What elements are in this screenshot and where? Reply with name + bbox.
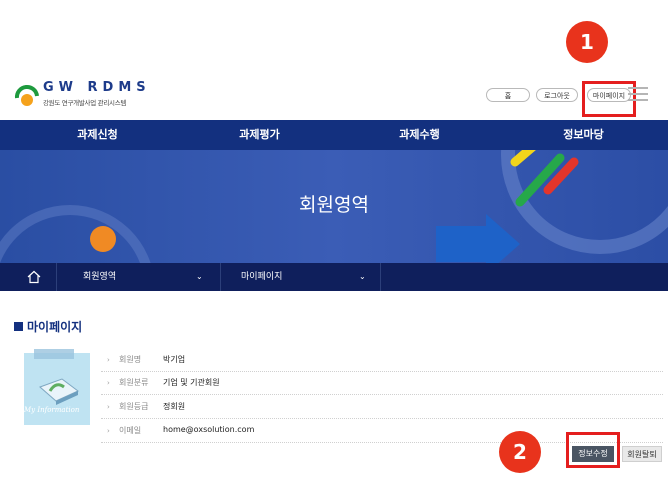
nav-item-info[interactable]: 정보마당 <box>500 120 667 150</box>
row-value: 박기업 <box>163 355 186 364</box>
main-nav: 과제신청 과제평가 과제수행 정보마당 <box>0 120 668 150</box>
breadcrumb-level1[interactable]: 회원영역 <box>83 263 116 291</box>
nav-item-evaluation[interactable]: 과제평가 <box>176 120 343 150</box>
member-row-grade: › 회원등급 정회원 <box>101 396 663 419</box>
chevron-down-icon[interactable]: ⌄ <box>359 263 366 291</box>
nav-item-execution[interactable]: 과제수행 <box>336 120 503 150</box>
row-value: 기업 및 기관회원 <box>163 378 220 387</box>
menu-icon[interactable] <box>628 86 648 102</box>
member-row-category: › 회원분류 기업 및 기관회원 <box>101 372 663 395</box>
banner-title: 회원영역 <box>299 194 369 216</box>
my-information-graphic <box>24 349 90 425</box>
my-information-caption: My Information <box>24 406 80 414</box>
chevron-down-icon[interactable]: ⌄ <box>196 263 203 291</box>
section-title-icon <box>14 322 23 331</box>
mypage-button[interactable]: 마이페이지 <box>587 88 631 102</box>
logo-subtitle: 강원도 연구개발사업 관리시스템 <box>43 99 127 107</box>
callout-2: 2 <box>499 431 541 473</box>
member-row-name: › 회원명 박기업 <box>101 349 663 372</box>
home-icon[interactable] <box>27 270 41 284</box>
nav-item-apply[interactable]: 과제신청 <box>14 120 181 150</box>
breadcrumb-divider <box>380 263 381 291</box>
row-value: 정회원 <box>163 402 186 411</box>
callout-1: 1 <box>566 21 608 63</box>
breadcrumb-divider <box>56 263 57 291</box>
page-banner: 회원영역 <box>0 150 668 263</box>
edit-info-button[interactable]: 정보수정 <box>572 446 614 462</box>
row-value: home@oxsolution.com <box>163 425 255 434</box>
breadcrumb-divider <box>220 263 221 291</box>
my-information-image: My Information <box>18 349 96 427</box>
logo-title: GW RDMS <box>43 80 151 95</box>
home-button[interactable]: 홈 <box>486 88 530 102</box>
row-label: 회원명 <box>119 355 142 364</box>
logo[interactable]: GW RDMS 강원도 연구개발사업 관리시스템 <box>14 80 164 110</box>
row-label: 회원등급 <box>119 402 149 411</box>
row-label: 이메일 <box>119 426 142 435</box>
page-title: 마이페이지 <box>27 320 83 334</box>
row-label: 회원분류 <box>119 378 149 387</box>
withdraw-button[interactable]: 회원탈퇴 <box>622 446 662 462</box>
bullet-icon: › <box>107 403 110 411</box>
bullet-icon: › <box>107 427 110 435</box>
breadcrumb-level2[interactable]: 마이페이지 <box>241 263 282 291</box>
logout-button[interactable]: 로그아웃 <box>536 88 578 102</box>
bullet-icon: › <box>107 356 110 364</box>
bullet-icon: › <box>107 379 110 387</box>
logo-mark-icon <box>14 85 39 106</box>
breadcrumb: 회원영역 ⌄ 마이페이지 ⌄ <box>0 263 668 291</box>
